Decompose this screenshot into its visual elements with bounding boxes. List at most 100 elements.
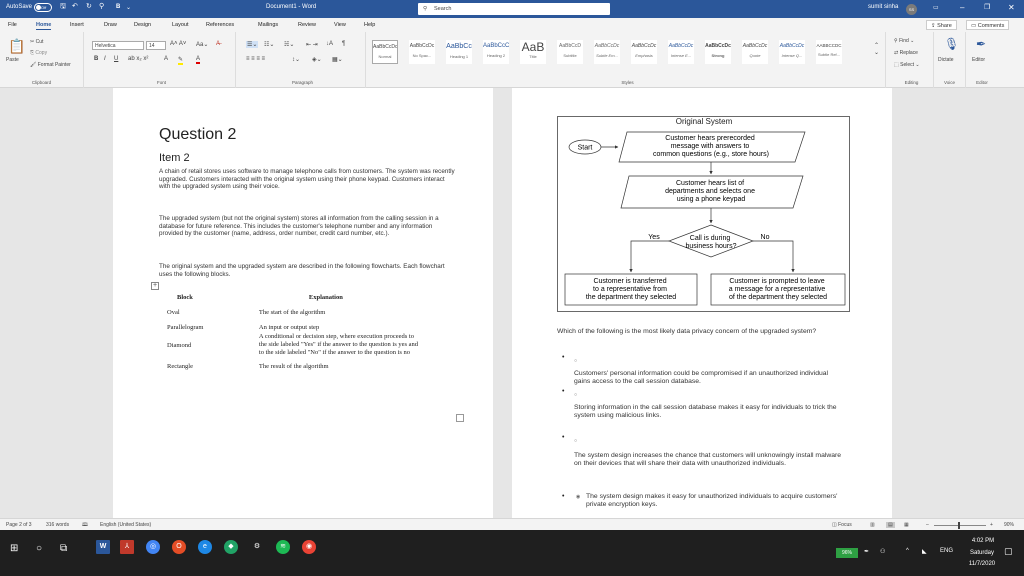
tab-help[interactable]: Help (364, 22, 375, 28)
settings-icon[interactable]: ⚙ (250, 540, 264, 554)
style-heading-1[interactable]: AaBbCc Heading 1 (446, 40, 472, 64)
dictate-button[interactable]: Dictate (938, 57, 954, 63)
save-icon[interactable]: 🖫 (60, 2, 66, 13)
word-app-icon[interactable]: W (96, 540, 110, 554)
tab-file[interactable]: File (8, 22, 17, 28)
option-d-text[interactable]: The system design makes it easy for unau… (586, 493, 848, 509)
zoom-level[interactable]: 90% (1004, 522, 1014, 528)
borders-icon[interactable]: ▦⌄ (332, 56, 343, 63)
line-spacing-icon[interactable]: ↕⌄ (292, 56, 300, 63)
zoom-slider-thumb[interactable] (958, 522, 960, 529)
clear-format-icon[interactable]: A̶ (216, 41, 220, 47)
table-resize-handle[interactable] (456, 414, 464, 422)
print-layout-icon[interactable]: ▤ (886, 522, 895, 528)
tab-review[interactable]: Review (298, 22, 316, 28)
underline-button[interactable]: U (114, 56, 118, 62)
show-marks-icon[interactable]: ¶ (342, 41, 345, 47)
copy-button[interactable]: ⎘ Copy (30, 50, 47, 56)
close-icon[interactable]: ✕ (1008, 3, 1015, 12)
font-name-box[interactable]: Helvetica (92, 41, 144, 50)
tab-home[interactable]: Home (36, 22, 52, 30)
acrobat-icon[interactable]: ⅄ (120, 540, 134, 554)
style-normal[interactable]: AaBbCcDc Normal (372, 40, 398, 64)
option-b-text[interactable]: Storing information in the call session … (574, 404, 846, 420)
style-no-spacing[interactable]: AaBbCcDc No Spac... (409, 40, 435, 64)
style-emphasis[interactable]: AaBbCcDc Emphasis (631, 40, 657, 64)
editor-pen-icon[interactable]: ✒ (976, 37, 986, 51)
clock-date[interactable]: 11/7/2020 (966, 561, 998, 567)
spotify-icon[interactable]: ≋ (276, 540, 290, 554)
style-intense-emphasis[interactable]: AaBbCcDc Intense E... (668, 40, 694, 64)
font-size-box[interactable]: 14 (146, 41, 166, 50)
battery-indicator[interactable]: 96% (836, 548, 858, 558)
format-painter-button[interactable]: 🖌 Format Painter (30, 62, 71, 68)
grow-font-icon[interactable]: A˄ A˅ (170, 41, 186, 47)
font-color-icon[interactable]: A (196, 56, 201, 64)
cut-button[interactable]: ✂ Cut (30, 39, 43, 45)
sort-icon[interactable]: ↓A (326, 41, 333, 47)
text-effects-icon[interactable]: A (164, 56, 168, 62)
task-view-icon[interactable]: ⧉ (60, 543, 67, 554)
multilevel-list-icon[interactable]: ☵⌄ (284, 41, 294, 48)
pen-icon[interactable]: ✒ (864, 548, 869, 555)
tab-view[interactable]: View (334, 22, 346, 28)
styles-scroll-icon[interactable]: ⌃ ⌄ (874, 42, 879, 56)
page-2[interactable]: Original System Start Customer hears pre… (512, 88, 892, 518)
select-button[interactable]: ⬚ Select ⌄ (894, 62, 920, 68)
paste-button[interactable]: Paste (6, 57, 19, 63)
tab-references[interactable]: References (206, 22, 234, 28)
redo-icon[interactable]: ↻ (86, 2, 92, 10)
tab-mailings[interactable]: Mailings (258, 22, 278, 28)
find-button[interactable]: ⚲ Find ⌄ (894, 38, 914, 44)
tab-draw[interactable]: Draw (104, 22, 117, 28)
style-strong[interactable]: AaBbCcDc Strong (705, 40, 731, 64)
change-case-icon[interactable]: Aa⌄ (196, 41, 208, 48)
quick-bold-button[interactable]: B (116, 4, 120, 10)
clock-day[interactable]: Saturday (966, 550, 998, 556)
undo-icon[interactable]: ↶ (72, 2, 78, 10)
ribbon-display-icon[interactable]: ▭ (933, 4, 939, 11)
style-subtle-emphasis[interactable]: AaBbCcDc Subtle Em... (594, 40, 620, 64)
microphone-icon[interactable]: 🎙 (944, 37, 959, 51)
web-layout-icon[interactable]: ▦ (904, 522, 909, 528)
restore-icon[interactable]: ❐ (984, 3, 990, 11)
indent-icon[interactable]: ⇤ ⇥ (306, 41, 318, 48)
bullets-icon[interactable]: ☰⌄ (246, 41, 259, 48)
bold-button[interactable]: B (94, 56, 98, 62)
zoom-in-icon[interactable]: + (990, 522, 993, 528)
read-mode-icon[interactable]: ▥ (870, 522, 875, 528)
language-indicator[interactable]: ENG (940, 548, 953, 554)
opera-icon[interactable]: O (172, 540, 186, 554)
numbering-icon[interactable]: ☷⌄ (264, 41, 274, 48)
style-intense-quote[interactable]: AaBbCcDc Intense Q... (779, 40, 805, 64)
chevron-up-icon[interactable]: ^ (906, 548, 909, 554)
replace-button[interactable]: ⇄ Replace (894, 50, 918, 56)
autosave-toggle[interactable]: Off (34, 3, 52, 12)
tab-design[interactable]: Design (134, 22, 151, 28)
option-a-text[interactable]: Customers' personal information could be… (574, 370, 846, 386)
network-icon[interactable]: ◣ (922, 548, 927, 555)
align-icons[interactable]: ≡ ≡ ≡ ≡ (246, 56, 265, 62)
proofing-icon[interactable]: 🕮 (82, 522, 88, 530)
editor-button[interactable]: Editor (972, 57, 985, 63)
italic-button[interactable]: I (104, 56, 106, 62)
document-workspace[interactable]: Question 2 Item 2 A chain of retail stor… (0, 88, 1024, 518)
style-quote[interactable]: AaBbCcDc Quote (742, 40, 768, 64)
clock-time[interactable]: 4:02 PM (968, 538, 998, 544)
language-status[interactable]: English (United States) (100, 522, 151, 528)
avatar[interactable]: SS (906, 4, 917, 15)
quick-access-icon[interactable]: ⚲ (99, 2, 104, 10)
focus-button[interactable]: ◫ Focus (832, 522, 852, 528)
option-d-radio[interactable]: ◉ (576, 494, 580, 500)
style-heading-2[interactable]: AaBbCcC Heading 2 (483, 40, 509, 64)
zoom-out-icon[interactable]: – (926, 522, 929, 528)
share-button[interactable]: ⇪ Share (926, 20, 957, 30)
option-b-radio[interactable]: ○ (574, 392, 577, 398)
comments-button[interactable]: ▭ Comments (966, 20, 1010, 30)
word-count[interactable]: 316 words (46, 522, 69, 528)
page-count[interactable]: Page 2 of 3 (6, 522, 32, 528)
customize-qat-icon[interactable]: ⌄ (126, 4, 131, 11)
start-icon[interactable]: ⊞ (10, 543, 18, 554)
style-title[interactable]: AaB Title (520, 40, 546, 64)
tab-layout[interactable]: Layout (172, 22, 189, 28)
